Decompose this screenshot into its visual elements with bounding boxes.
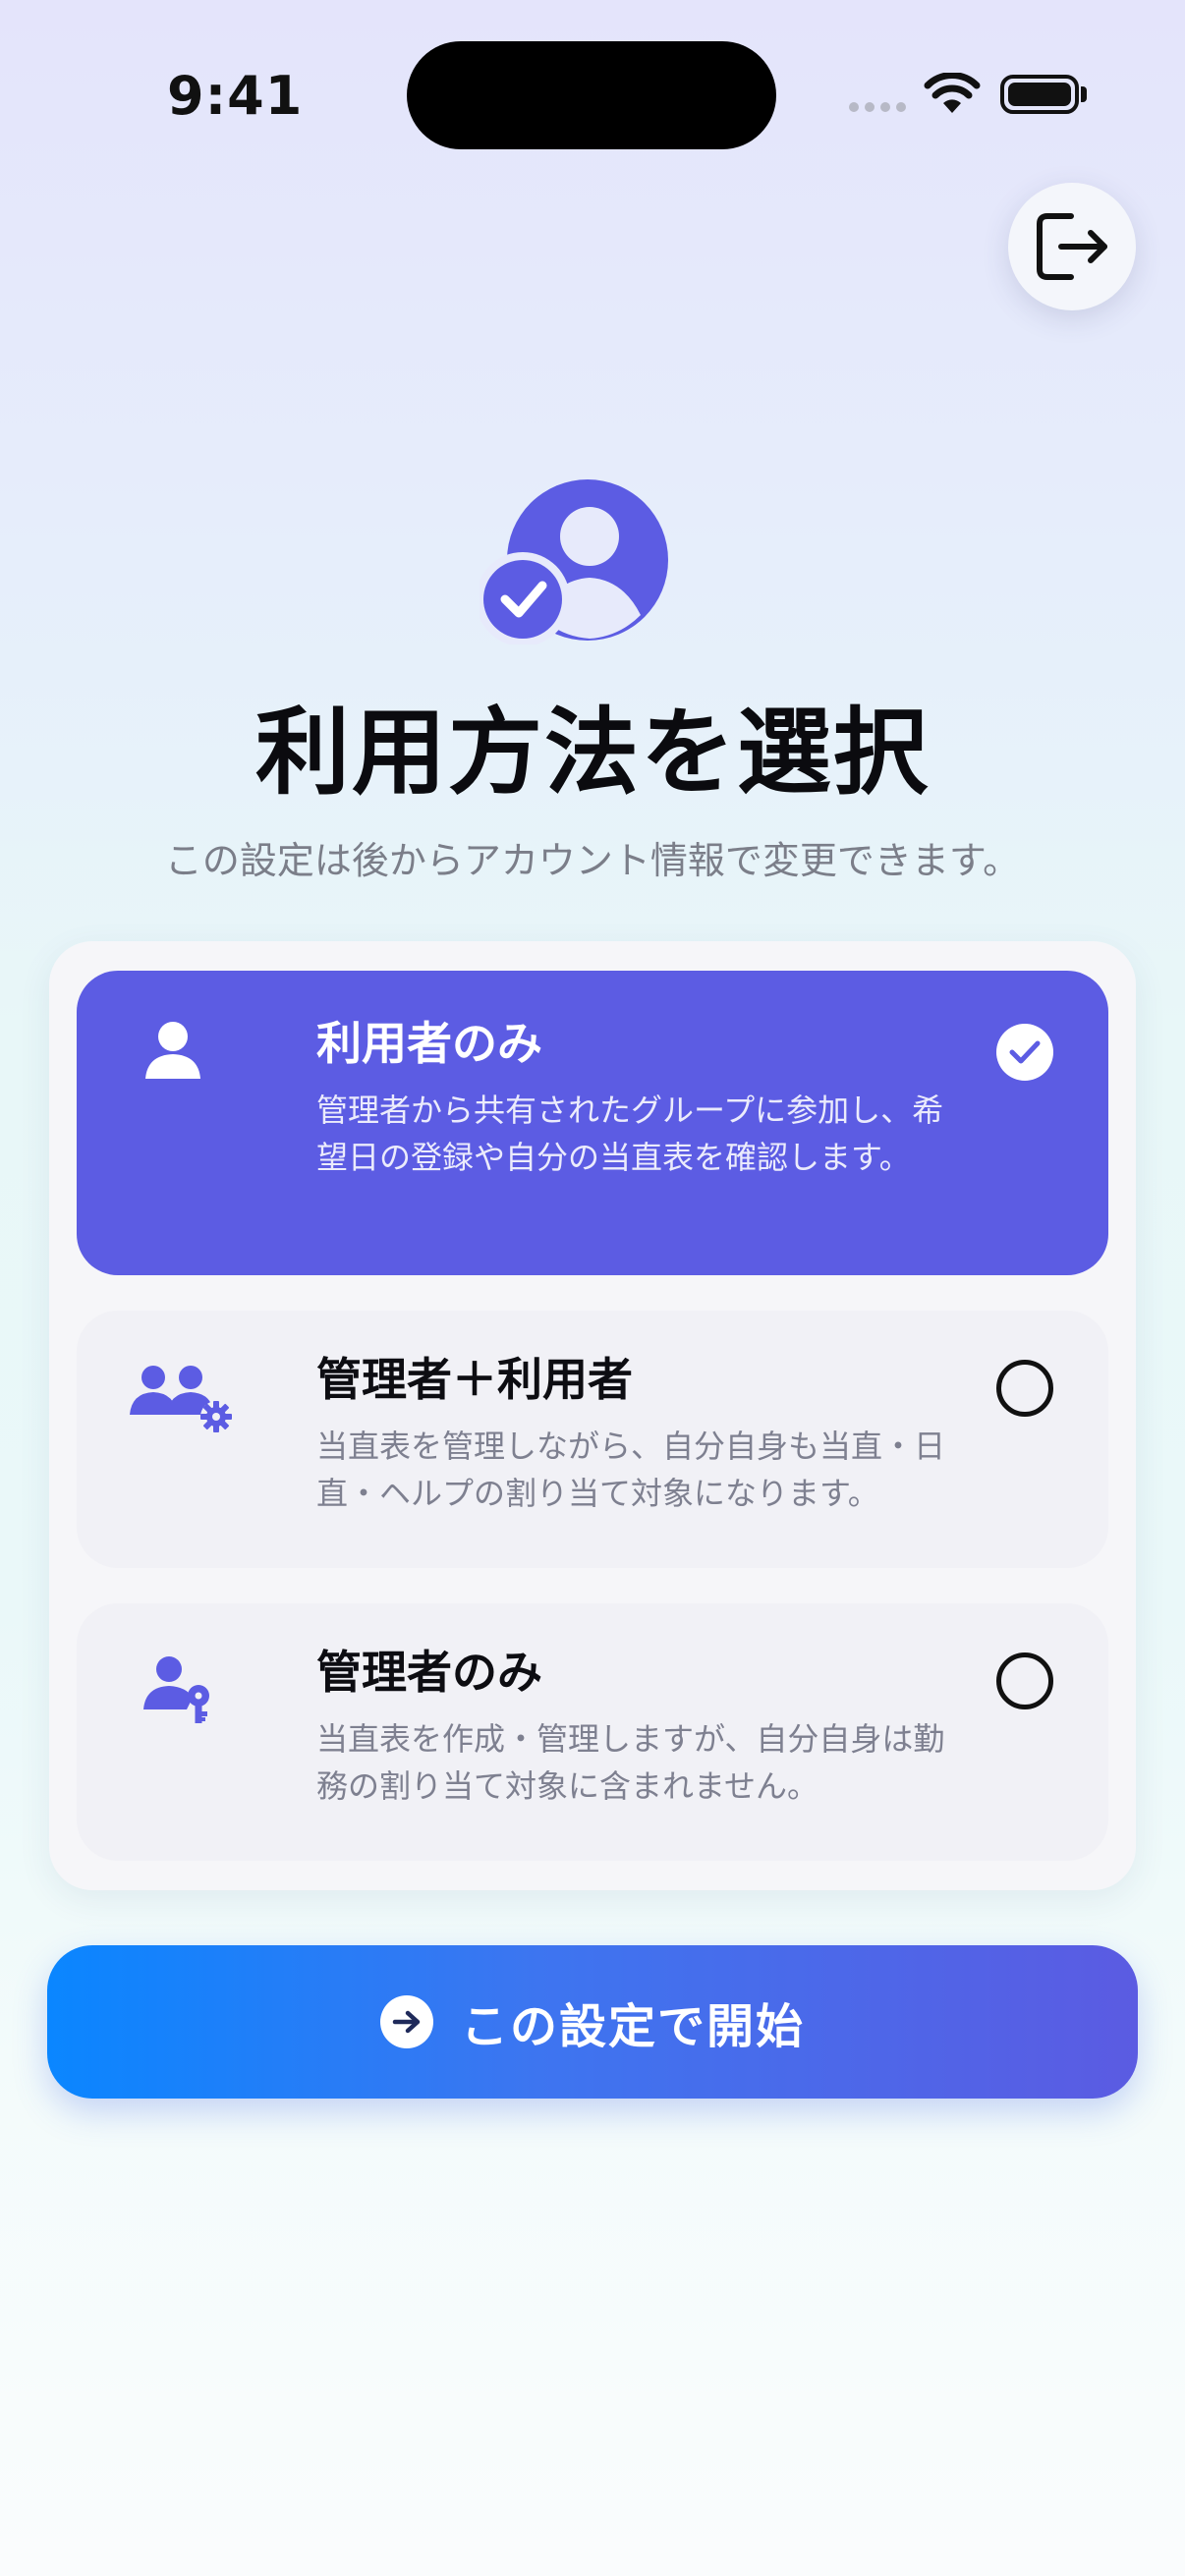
arrow-right-circle-icon: [379, 1995, 433, 2048]
start-button-label: この設定で開始: [460, 1999, 805, 2054]
battery-icon: [1000, 75, 1079, 114]
option-title: 利用者のみ: [316, 1017, 542, 1070]
option-description: 当直表を管理しながら、自分自身も当直・日直・ヘルプの割り当て対象になります。: [316, 1428, 946, 1512]
person-icon: [145, 1022, 200, 1079]
wifi-icon: [924, 73, 981, 113]
status-time: 9:41: [167, 65, 304, 127]
battery-cap: [1081, 86, 1087, 102]
people-gear-icon: [130, 1366, 232, 1432]
option-radio-checked[interactable]: [996, 1024, 1053, 1081]
option-radio[interactable]: [996, 1360, 1053, 1417]
logout-icon: [1037, 213, 1107, 280]
option-title: 管理者＋利用者: [316, 1353, 633, 1406]
start-with-settings-button[interactable]: この設定で開始: [47, 1945, 1138, 2099]
usage-options-card: 利用者のみ 管理者から共有されたグループに参加し、希望日の登録や自分の当直表を確…: [49, 941, 1136, 1890]
option-admin-only[interactable]: 管理者のみ 当直表を作成・管理しますが、自分自身は勤務の割り当て対象に含まれませ…: [77, 1603, 1108, 1861]
person-key-icon: [143, 1656, 209, 1723]
page-subtitle: この設定は後からアカウント情報で変更できます。: [164, 839, 1021, 882]
option-description: 管理者から共有されたグループに参加し、希望日の登録や自分の当直表を確認します。: [316, 1092, 944, 1176]
dynamic-island: [407, 41, 776, 149]
page-title: 利用方法を選択: [255, 698, 930, 808]
status-bar: 9:41: [0, 0, 1185, 196]
option-description: 当直表を作成・管理しますが、自分自身は勤務の割り当て対象に含まれません。: [316, 1720, 945, 1805]
person-circle-check-icon: [480, 479, 668, 644]
option-admin-and-user[interactable]: 管理者＋利用者 当直表を管理しながら、自分自身も当直・日直・ヘルプの割り当て対象…: [77, 1311, 1108, 1568]
option-radio[interactable]: [996, 1652, 1053, 1709]
logout-button[interactable]: [1008, 183, 1136, 310]
checkmark-icon: [1009, 1040, 1041, 1064]
option-user-only[interactable]: 利用者のみ 管理者から共有されたグループに参加し、希望日の登録や自分の当直表を確…: [77, 971, 1108, 1275]
cellular-signal-icon: [849, 102, 906, 112]
option-title: 管理者のみ: [316, 1646, 542, 1699]
